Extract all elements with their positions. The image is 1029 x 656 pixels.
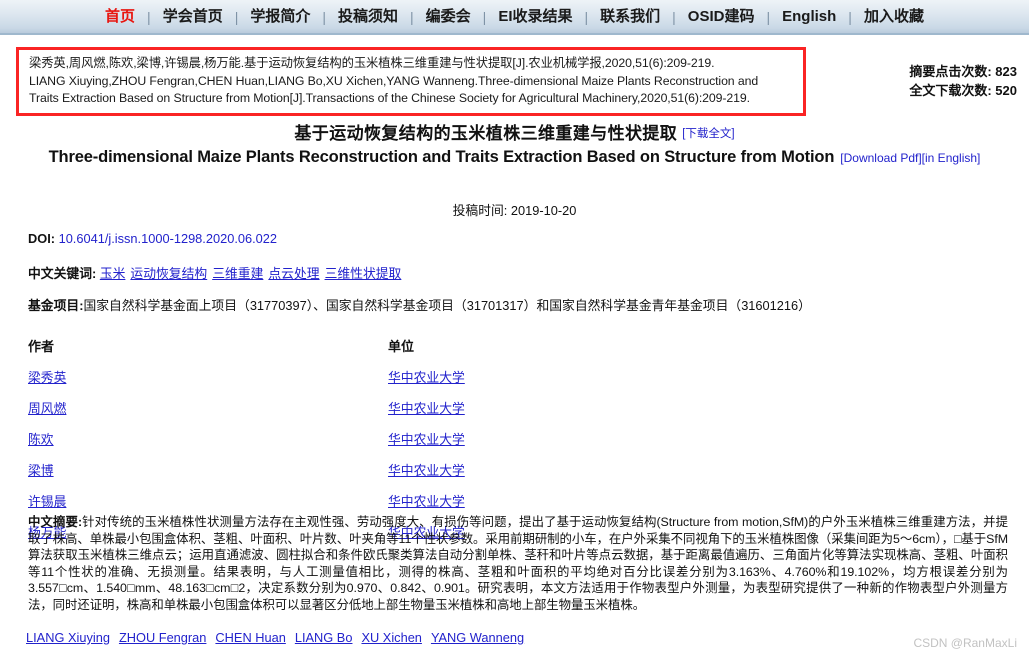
keyword-link-1[interactable]: 运动恢复结构 — [130, 266, 207, 281]
nav-item-9[interactable]: 加入收藏 — [853, 9, 935, 24]
author-link-3[interactable]: 梁博 — [28, 463, 54, 478]
table-row: 许锡晨 华中农业大学 — [28, 485, 588, 516]
keyword-link-4[interactable]: 三维性状提取 — [325, 266, 402, 281]
english-author-link-0[interactable]: LIANG Xiuying — [26, 630, 110, 645]
doi-value[interactable]: 10.6041/j.issn.1000-1298.2020.06.022 — [59, 231, 277, 246]
citation-line-english-2: Traits Extraction Based on Structure fro… — [29, 91, 750, 105]
table-row: 梁博 华中农业大学 — [28, 454, 588, 485]
affiliation-cell: 华中农业大学 — [388, 491, 588, 511]
table-row: 周风燃 华中农业大学 — [28, 392, 588, 423]
funding-label: 基金项目: — [28, 298, 84, 313]
english-authors-list: LIANG Xiuying ZHOU Fengran CHEN Huan LIANG … — [26, 630, 533, 645]
fulltext-download-count-value: 520 — [995, 83, 1017, 98]
abstract-block: 中文摘要:针对传统的玉米植株性状测量方法存在主观性强、劳动强度大、有损伤等问题，… — [28, 514, 1008, 614]
keywords-list: 玉米 运动恢复结构 三维重建 点云处理 三维性状提取 — [100, 266, 407, 281]
keyword-link-2[interactable]: 三维重建 — [212, 266, 263, 281]
author-cell: 陈欢 — [28, 429, 388, 449]
affiliation-link-4[interactable]: 华中农业大学 — [388, 494, 465, 509]
citation-box: 梁秀英,周风燃,陈欢,梁博,许锡晨,杨万能.基于运动恢复结构的玉米植株三维重建与… — [16, 47, 806, 116]
table-row: 陈欢 华中农业大学 — [28, 423, 588, 454]
nav-item-4[interactable]: 编委会 — [415, 9, 482, 24]
doi-row: DOI: 10.6041/j.issn.1000-1298.2020.06.02… — [28, 231, 1018, 246]
affiliation-link-1[interactable]: 华中农业大学 — [388, 401, 465, 416]
nav-links-container: 首页 | 学会首页 | 学报简介 | 投稿须知 | 编委会 | EI收录结果 | 联系我们 | OSID建码… — [94, 0, 935, 33]
author-link-4[interactable]: 许锡晨 — [28, 494, 66, 509]
funding-row: 基金项目:国家自然科学基金面上项目（31770397）、国家自然科学基金项目（3… — [28, 295, 1018, 314]
affiliation-link-0[interactable]: 华中农业大学 — [388, 370, 465, 385]
author-cell: 周风燃 — [28, 398, 388, 418]
abstract-view-count-value: 823 — [995, 64, 1017, 79]
nav-item-8[interactable]: English — [771, 9, 847, 24]
author-cell: 许锡晨 — [28, 491, 388, 511]
keyword-link-0[interactable]: 玉米 — [100, 266, 126, 281]
nav-item-6[interactable]: 联系我们 — [589, 9, 671, 24]
page-title-chinese: 基于运动恢复结构的玉米植株三维重建与性状提取 — [294, 124, 678, 143]
english-author-link-5[interactable]: YANG Wanneng — [431, 630, 524, 645]
nav-item-7[interactable]: OSID建码 — [677, 9, 766, 24]
fulltext-download-count-row: 全文下载次数: 520 — [909, 81, 1017, 100]
statistics-panel: 摘要点击次数: 823 全文下载次数: 520 — [909, 62, 1017, 100]
keywords-label: 中文关键词: — [28, 266, 97, 281]
citation-line-chinese: 梁秀英,周风燃,陈欢,梁博,许锡晨,杨万能.基于运动恢复结构的玉米植株三维重建与… — [29, 56, 715, 70]
nav-item-2[interactable]: 学报简介 — [239, 9, 321, 24]
affiliation-cell: 华中农业大学 — [388, 429, 588, 449]
table-header-row: 作者 单位 — [28, 330, 588, 361]
author-cell: 梁秀英 — [28, 367, 388, 387]
affiliation-cell: 华中农业大学 — [388, 398, 588, 418]
author-cell: 梁博 — [28, 460, 388, 480]
watermark-label: CSDN @RanMaxLi — [913, 636, 1017, 650]
affiliation-cell: 华中农业大学 — [388, 460, 588, 480]
doi-label: DOI: — [28, 231, 56, 246]
nav-item-1[interactable]: 学会首页 — [152, 9, 234, 24]
download-pdf-link-english[interactable]: [Download Pdf][in English] — [840, 151, 980, 165]
column-header-author: 作者 — [28, 339, 55, 354]
submission-date-label: 投稿时间: — [452, 203, 508, 218]
abstract-text: 针对传统的玉米植株性状测量方法存在主观性强、劳动强度大、有损伤等问题，提出了基于… — [28, 515, 1008, 612]
author-link-0[interactable]: 梁秀英 — [28, 370, 66, 385]
author-link-1[interactable]: 周风燃 — [28, 401, 66, 416]
page-root: 首页 | 学会首页 | 学报简介 | 投稿须知 | 编委会 | EI收录结果 | 联系我们 | OSID建码… — [0, 0, 1029, 656]
citation-line-english-1: LIANG Xiuying,ZHOU Fengran,CHEN Huan,LIA… — [29, 73, 759, 88]
affiliation-cell: 华中农业大学 — [388, 367, 588, 387]
top-navigation-bar: 首页 | 学会首页 | 学报简介 | 投稿须知 | 编委会 | EI收录结果 | 联系我们 | OSID建码… — [0, 0, 1029, 35]
chinese-title-row: 基于运动恢复结构的玉米植株三维重建与性状提取 [下载全文] — [0, 119, 1029, 144]
page-title-english: Three-dimensional Maize Plants Reconstru… — [48, 148, 835, 166]
english-author-link-1[interactable]: ZHOU Fengran — [119, 630, 206, 645]
submission-date-row: 投稿时间: 2019-10-20 — [0, 200, 1029, 219]
affiliation-link-2[interactable]: 华中农业大学 — [388, 432, 465, 447]
nav-item-5[interactable]: EI收录结果 — [487, 9, 583, 24]
abstract-view-count-label: 摘要点击次数: — [909, 64, 992, 79]
download-fulltext-link-chinese[interactable]: [下载全文] — [682, 128, 734, 140]
english-title-row: Three-dimensional Maize Plants Reconstru… — [38, 148, 991, 167]
table-row: 梁秀英 华中农业大学 — [28, 361, 588, 392]
nav-item-0[interactable]: 首页 — [94, 9, 146, 24]
english-author-link-4[interactable]: XU Xichen — [361, 630, 421, 645]
keyword-link-3[interactable]: 点云处理 — [268, 266, 319, 281]
author-link-2[interactable]: 陈欢 — [28, 432, 54, 447]
fulltext-download-count-label: 全文下载次数: — [909, 83, 992, 98]
submission-date-value: 2019-10-20 — [510, 203, 577, 218]
english-author-link-2[interactable]: CHEN Huan — [215, 630, 285, 645]
affiliation-link-3[interactable]: 华中农业大学 — [388, 463, 465, 478]
abstract-view-count-row: 摘要点击次数: 823 — [909, 62, 1017, 81]
abstract-label: 中文摘要: — [28, 515, 83, 529]
column-header-affiliation: 单位 — [388, 339, 415, 354]
keywords-row: 中文关键词: 玉米 运动恢复结构 三维重建 点云处理 三维性状提取 — [28, 263, 1018, 282]
nav-item-3[interactable]: 投稿须知 — [327, 9, 409, 24]
english-author-link-3[interactable]: LIANG Bo — [295, 630, 353, 645]
funding-value: 国家自然科学基金面上项目（31770397）、国家自然科学基金项目（317013… — [83, 298, 811, 313]
